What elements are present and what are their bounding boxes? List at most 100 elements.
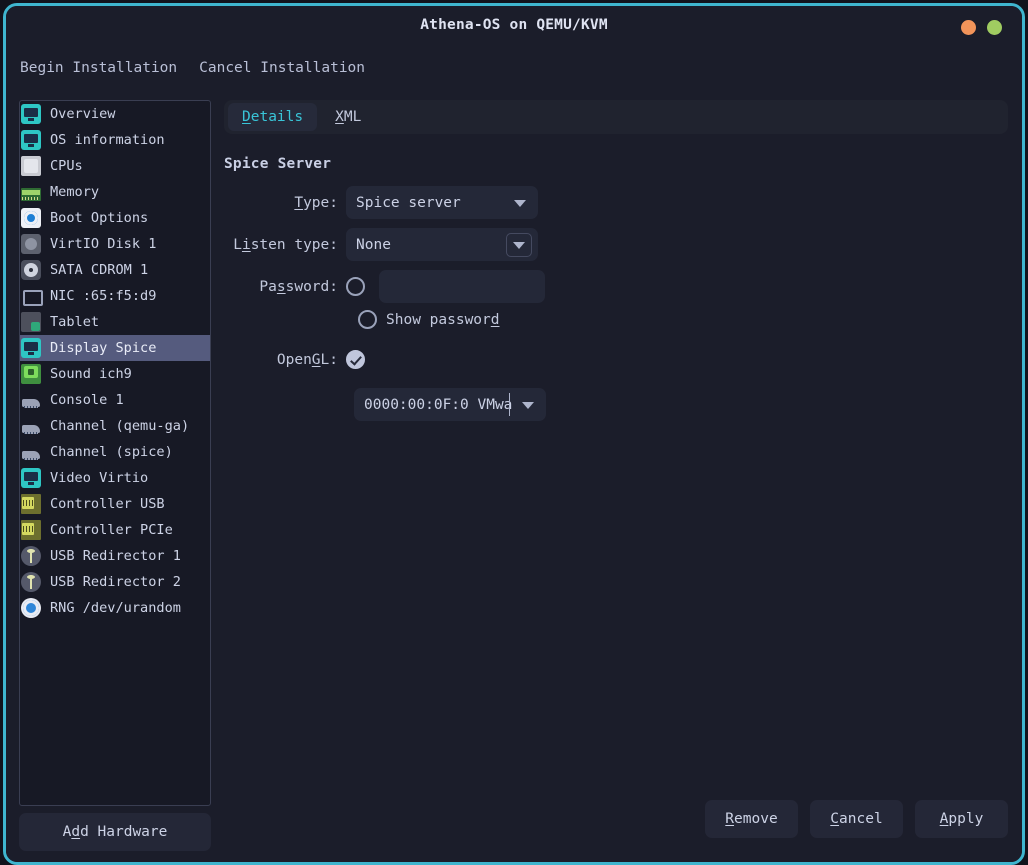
remove-button[interactable]: Remove <box>705 800 798 838</box>
sidebar-item-label: Display Spice <box>50 340 156 356</box>
type-combobox[interactable]: Spice server <box>346 186 538 219</box>
sidebar-item-controller-usb[interactable]: Controller USB <box>20 491 210 517</box>
sidebar-item-virtio-disk-1[interactable]: VirtIO Disk 1 <box>20 231 210 257</box>
tab-bar: Details XML <box>224 100 1008 134</box>
vm-details-window: Athena-OS on QEMU/KVM Begin Installation… <box>3 3 1025 865</box>
sidebar-item-label: OS information <box>50 132 165 148</box>
add-hardware-button[interactable]: Add Hardware <box>19 813 211 851</box>
password-input[interactable] <box>379 270 545 303</box>
hard-disk-icon <box>21 234 41 254</box>
sidebar-item-label: NIC :65:f5:d9 <box>50 288 156 304</box>
section-title: Spice Server <box>224 156 1008 172</box>
sidebar-item-label: Channel (qemu-ga) <box>50 418 189 434</box>
sidebar-item-overview[interactable]: Overview <box>20 101 210 127</box>
tab-details[interactable]: Details <box>228 103 317 131</box>
show-password-label[interactable]: Show password <box>386 312 500 328</box>
rng-icon <box>21 598 41 618</box>
maximize-button[interactable] <box>987 20 1002 35</box>
console-icon <box>21 390 41 410</box>
chevron-down-icon <box>522 402 534 409</box>
sidebar-item-label: USB Redirector 1 <box>50 548 181 564</box>
sidebar-item-label: RNG /dev/urandom <box>50 600 181 616</box>
sidebar-item-label: Video Virtio <box>50 470 148 486</box>
field-row-password: Password: <box>224 270 545 303</box>
sidebar-item-console-1[interactable]: Console 1 <box>20 387 210 413</box>
sidebar-item-label: Sound ich9 <box>50 366 132 382</box>
password-label: Password: <box>224 279 346 295</box>
monitor-icon <box>21 468 41 488</box>
chevron-down-icon[interactable] <box>506 233 532 257</box>
cancel-button[interactable]: Cancel <box>810 800 903 838</box>
minimize-button[interactable] <box>961 20 976 35</box>
sidebar-item-video-virtio[interactable]: Video Virtio <box>20 465 210 491</box>
menu-item-begin-installation[interactable]: Begin Installation <box>20 60 177 76</box>
menu-item-cancel-installation[interactable]: Cancel Installation <box>199 60 365 76</box>
tablet-icon <box>21 312 41 332</box>
sidebar-item-label: Overview <box>50 106 115 122</box>
controller-card-icon <box>21 494 41 514</box>
window-body: Overview OS information CPUs Memory Boot Opt… <box>6 88 1022 862</box>
show-password-checkbox[interactable] <box>358 310 377 329</box>
sidebar-item-sound-ich9[interactable]: Sound ich9 <box>20 361 210 387</box>
sidebar-item-label: SATA CDROM 1 <box>50 262 148 278</box>
action-buttons: Remove Cancel Apply <box>705 800 1008 838</box>
sidebar-item-cpus[interactable]: CPUs <box>20 153 210 179</box>
sidebar-item-label: Channel (spice) <box>50 444 173 460</box>
sidebar-item-sata-cdrom-1[interactable]: SATA CDROM 1 <box>20 257 210 283</box>
sidebar-item-nic-65-f5-d9[interactable]: NIC :65:f5:d9 <box>20 283 210 309</box>
title-bar: Athena-OS on QEMU/KVM <box>6 6 1022 48</box>
sidebar-item-label: Boot Options <box>50 210 148 226</box>
sidebar-item-label: VirtIO Disk 1 <box>50 236 156 252</box>
sidebar-item-label: Tablet <box>50 314 99 330</box>
monitor-icon <box>21 338 41 358</box>
sidebar-item-usb-redirector-2[interactable]: USB Redirector 2 <box>20 569 210 595</box>
opengl-checkbox[interactable] <box>346 350 365 369</box>
boot-gear-icon <box>21 208 41 228</box>
type-value: Spice server <box>356 195 461 211</box>
tab-xml[interactable]: XML <box>321 103 375 131</box>
sidebar-item-label: Controller PCIe <box>50 522 173 538</box>
sidebar-item-tablet[interactable]: Tablet <box>20 309 210 335</box>
sidebar-item-controller-pcie[interactable]: Controller PCIe <box>20 517 210 543</box>
sidebar-item-display-spice[interactable]: Display Spice <box>20 335 210 361</box>
network-card-icon <box>21 286 41 306</box>
field-row-show-password: Show password <box>358 310 500 329</box>
monitor-icon <box>21 104 41 124</box>
field-row-type: Type: Spice server <box>224 186 538 219</box>
window-title: Athena-OS on QEMU/KVM <box>6 17 1022 33</box>
listen-type-value: None <box>356 237 391 253</box>
listen-type-label: Listen type: <box>224 237 346 253</box>
field-row-listen-type: Listen type: None <box>224 228 538 261</box>
cdrom-icon <box>21 260 41 280</box>
render-device-combobox[interactable]: 0000:00:0F:0 VMwa <box>354 388 546 421</box>
sidebar-item-label: USB Redirector 2 <box>50 574 181 590</box>
sidebar-item-label: CPUs <box>50 158 83 174</box>
controller-card-icon <box>21 520 41 540</box>
opengl-label: OpenGL: <box>224 352 346 368</box>
hardware-device-list[interactable]: Overview OS information CPUs Memory Boot Opt… <box>19 100 211 806</box>
console-icon <box>21 416 41 436</box>
sidebar-item-channel-spice[interactable]: Channel (spice) <box>20 439 210 465</box>
details-panel: Details XML Spice Server Type: Spice ser… <box>224 100 1008 862</box>
sidebar-item-usb-redirector-1[interactable]: USB Redirector 1 <box>20 543 210 569</box>
listen-type-combobox[interactable]: None <box>346 228 538 261</box>
menu-bar: Begin Installation Cancel Installation <box>6 48 1022 88</box>
sidebar-item-memory[interactable]: Memory <box>20 179 210 205</box>
sidebar-item-rng-dev-urandom[interactable]: RNG /dev/urandom <box>20 595 210 621</box>
password-enable-checkbox[interactable] <box>346 277 365 296</box>
sidebar-item-boot-options[interactable]: Boot Options <box>20 205 210 231</box>
field-row-opengl: OpenGL: <box>224 350 365 369</box>
sidebar-item-channel-qemu-ga[interactable]: Channel (qemu-ga) <box>20 413 210 439</box>
memory-module-icon <box>21 188 41 201</box>
sidebar-item-label: Console 1 <box>50 392 124 408</box>
sidebar-item-os-information[interactable]: OS information <box>20 127 210 153</box>
text-caret <box>509 393 510 416</box>
usb-icon <box>21 572 41 592</box>
sound-card-icon <box>21 364 41 384</box>
monitor-icon <box>21 130 41 150</box>
chevron-down-icon <box>514 200 526 207</box>
console-icon <box>21 442 41 462</box>
render-device-value: 0000:00:0F:0 VMwa <box>364 397 512 413</box>
field-row-render-device: 0000:00:0F:0 VMwa <box>354 388 546 421</box>
apply-button[interactable]: Apply <box>915 800 1008 838</box>
